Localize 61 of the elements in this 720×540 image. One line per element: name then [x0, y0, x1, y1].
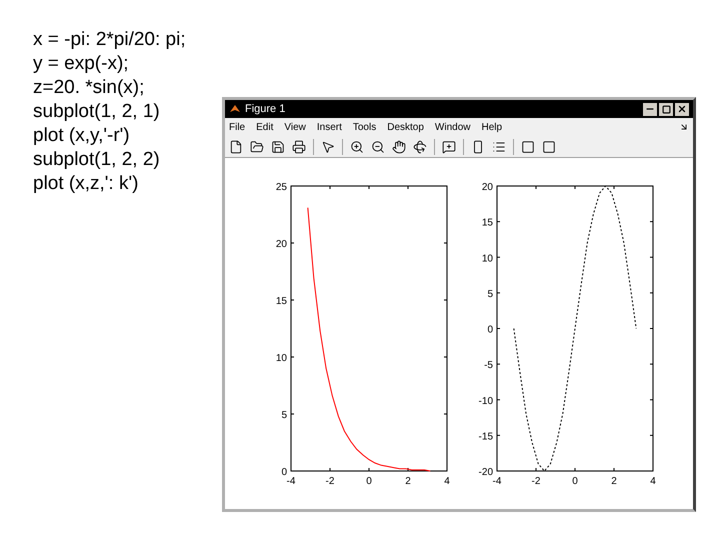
hand-icon[interactable]: [392, 140, 406, 154]
close-icon: [677, 104, 687, 114]
menu-item[interactable]: Edit: [256, 120, 274, 134]
menu-item[interactable]: Help: [482, 120, 502, 134]
tick-label: 2: [611, 476, 617, 487]
code-line: z=20. *sin(x);: [33, 76, 146, 100]
folder-icon[interactable]: [250, 140, 264, 154]
maximize-button[interactable]: [659, 102, 673, 116]
tick-label: -4: [286, 476, 296, 487]
zoom-out-icon[interactable]: [371, 140, 385, 154]
figure-icon: [229, 103, 241, 115]
tick-label: 20: [276, 239, 287, 250]
tick-label: 4: [650, 476, 656, 487]
tick-label: 10: [482, 253, 493, 264]
menu-item[interactable]: Tools: [352, 120, 376, 134]
tick-label: -15: [478, 431, 493, 442]
tick-label: -5: [484, 360, 493, 372]
code-line: subplot(1, 2, 2): [33, 148, 161, 172]
tick-label: 0: [281, 467, 287, 478]
code-line: x = -pi: 2*pi/20: pi;: [33, 28, 186, 52]
tick-label: 15: [276, 296, 287, 307]
new-file-icon[interactable]: [229, 140, 243, 154]
tick-label: -10: [478, 396, 493, 407]
menu-item[interactable]: Desktop: [387, 120, 424, 134]
code-line: plot (x,y,'-r'): [33, 124, 131, 148]
tick-label: 4: [444, 476, 450, 487]
rotate-icon[interactable]: [413, 140, 427, 154]
tick-label: 2: [405, 476, 411, 487]
pointer-icon[interactable]: [321, 140, 335, 154]
menu-item[interactable]: Insert: [316, 120, 342, 134]
minimize-button[interactable]: [643, 102, 657, 116]
tick-label: 25: [276, 182, 287, 193]
square-icon[interactable]: [542, 140, 556, 154]
tick-label: 5: [487, 288, 493, 300]
tick-label: -20: [478, 467, 493, 478]
small-square-icon[interactable]: [521, 140, 535, 154]
menu-item[interactable]: View: [284, 120, 306, 134]
menu-item[interactable]: Window: [434, 120, 470, 134]
tick-label: 20: [482, 182, 493, 193]
maximize-icon: [662, 104, 670, 114]
tick-label: -2: [326, 476, 334, 487]
print-icon[interactable]: [292, 140, 306, 154]
tick-label: 15: [482, 218, 493, 229]
close-button[interactable]: [675, 102, 689, 116]
save-icon[interactable]: [271, 140, 285, 154]
window-title: Figure 1: [245, 102, 286, 117]
code-line: subplot(1, 2, 1): [33, 100, 161, 124]
menu-item[interactable]: File: [229, 120, 246, 134]
tick-label: 10: [276, 353, 287, 364]
colorbar-icon[interactable]: [471, 140, 485, 154]
tick-label: -2: [532, 476, 540, 487]
code-line: plot (x,z,': k'): [33, 172, 140, 196]
tick-label: 0: [572, 476, 578, 487]
code-line: y = exp(-x);: [33, 52, 130, 76]
tick-label: 5: [281, 410, 287, 421]
data-cursor-icon[interactable]: [442, 140, 456, 154]
tick-label: -4: [492, 476, 502, 487]
zoom-in-icon[interactable]: [350, 140, 364, 154]
tick-label: 0: [366, 476, 372, 487]
dock-icon[interactable]: [679, 122, 689, 132]
tick-label: 0: [487, 324, 493, 336]
